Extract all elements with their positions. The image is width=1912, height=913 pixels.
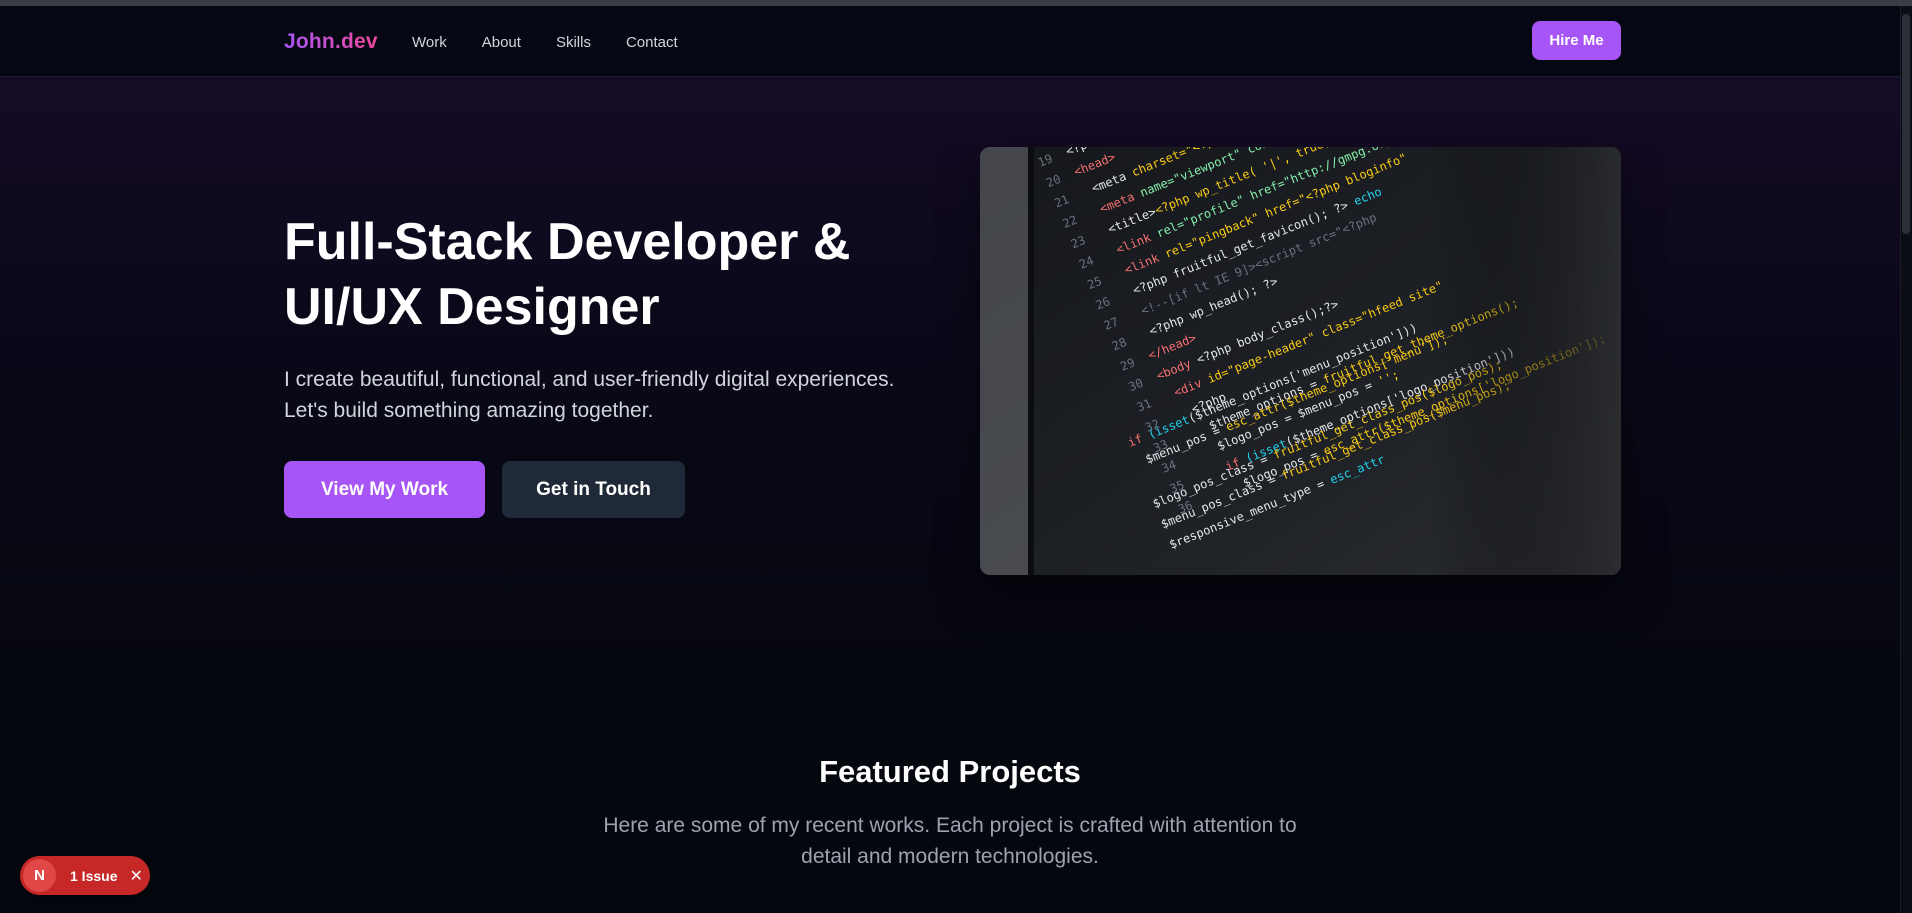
- close-icon[interactable]: ✕: [129, 866, 142, 886]
- hero-subtitle: I create beautiful, functional, and user…: [284, 364, 964, 426]
- hero-subtitle-line-1: I create beautiful, functional, and user…: [284, 368, 895, 391]
- hero-title-line-2: UI/UX Designer: [284, 278, 660, 336]
- hero-subtitle-line-2: Let's build something amazing together.: [284, 399, 654, 422]
- nav-links: Work About Skills Contact: [412, 34, 678, 51]
- dev-issues-badge[interactable]: N 1 Issue ✕: [20, 856, 150, 895]
- nextjs-logo-icon[interactable]: N: [23, 859, 56, 892]
- hero-section: Full-Stack Developer & UI/UX Designer I …: [0, 77, 1900, 677]
- featured-projects-subtitle-line-1: Here are some of my recent works. Each p…: [603, 814, 1297, 837]
- code-screenshot-image: 192021 222324 252627 282930 313233 34353…: [980, 147, 1621, 575]
- hero-title-line-1: Full-Stack Developer &: [284, 213, 851, 271]
- page-scrollbar[interactable]: [1900, 6, 1912, 913]
- top-navbar: John.dev Work About Skills Contact Hire …: [0, 6, 1900, 77]
- featured-projects-subtitle-line-2: detail and modern technologies.: [801, 845, 1099, 868]
- get-in-touch-button[interactable]: Get in Touch: [502, 461, 685, 518]
- hero-title: Full-Stack Developer & UI/UX Designer: [284, 210, 924, 340]
- featured-projects-subtitle: Here are some of my recent works. Each p…: [580, 810, 1320, 872]
- view-my-work-button[interactable]: View My Work: [284, 461, 485, 518]
- scrollbar-thumb[interactable]: [1902, 14, 1910, 234]
- featured-projects-title: Featured Projects: [819, 754, 1081, 789]
- hire-me-button[interactable]: Hire Me: [1532, 21, 1621, 60]
- site-logo[interactable]: John.dev: [284, 30, 378, 54]
- issues-count-label[interactable]: 1 Issue: [70, 868, 117, 884]
- nav-link-about[interactable]: About: [482, 34, 521, 51]
- nav-link-work[interactable]: Work: [412, 34, 447, 51]
- nav-link-contact[interactable]: Contact: [626, 34, 678, 51]
- nav-link-skills[interactable]: Skills: [556, 34, 591, 51]
